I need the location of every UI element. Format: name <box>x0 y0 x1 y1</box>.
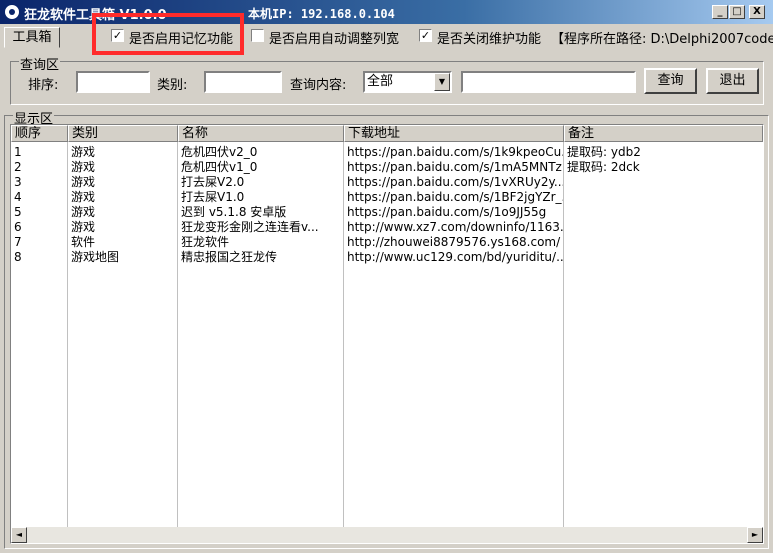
cell-remark <box>564 205 763 220</box>
table-row[interactable]: 5 游戏 迟到 v5.1.8 安卓版 https://pan.baidu.com… <box>11 205 763 220</box>
cell-url: https://pan.baidu.com/s/1o9JJ55g <box>347 205 547 219</box>
cell-category: 游戏地图 <box>71 250 120 264</box>
checkbox-box[interactable]: ✓ <box>419 29 432 42</box>
cell-category: 游戏 <box>71 190 96 204</box>
cell-order: 5 <box>14 205 22 219</box>
table-row[interactable]: 7 软件 狂龙软件 http://zhouwei8879576.ys168.co… <box>11 235 763 250</box>
cell-url: https://pan.baidu.com/s/1mA5MNTz... <box>347 160 563 174</box>
sort-label: 排序: <box>28 78 59 93</box>
cell-category: 游戏 <box>71 160 96 174</box>
title-bar: 狂龙软件工具箱 V1.0.0 本机IP: 192.168.0.104 _ □ X <box>0 0 773 24</box>
cell-url: http://www.uc129.com/bd/yuriditu/... <box>347 250 563 264</box>
scroll-right-icon[interactable]: ► <box>747 527 763 543</box>
cell-order: 4 <box>14 190 22 204</box>
cell-order: 3 <box>14 175 22 189</box>
checkbox-box[interactable]: ✓ <box>111 29 124 42</box>
tab-toolbox[interactable]: 工具箱 <box>4 27 60 48</box>
exit-button[interactable]: 退出 <box>706 68 759 94</box>
cell-name: 危机四伏v1_0 <box>181 160 258 174</box>
cell-name: 迟到 v5.1.8 安卓版 <box>181 205 287 219</box>
cell-url: https://pan.baidu.com/s/1vXRUy2y... <box>347 175 563 189</box>
cell-order: 1 <box>14 145 22 159</box>
checkbox-label: 是否关闭维护功能 <box>437 32 542 47</box>
cell-url: https://pan.baidu.com/s/1BF2jgYZr_... <box>347 190 563 204</box>
minimize-button[interactable]: _ <box>712 5 728 19</box>
category-input[interactable] <box>204 71 282 93</box>
cell-order: 7 <box>14 235 22 249</box>
chevron-down-icon[interactable]: ▼ <box>434 73 450 91</box>
cell-category: 软件 <box>71 235 96 249</box>
table-row[interactable]: 1 游戏 危机四伏v2_0 https://pan.baidu.com/s/1k… <box>11 145 763 160</box>
table-row[interactable]: 6 游戏 狂龙变形金刚之连连看v... http://www.xz7.com/d… <box>11 220 763 235</box>
cell-remark <box>564 220 763 235</box>
program-path-text: 【程序所在路径: D:\Delphi2007code\狂 <box>551 32 773 47</box>
cell-url: http://www.xz7.com/downinfo/1163... <box>347 220 563 234</box>
table-row[interactable]: 8 游戏地图 精忠报国之狂龙传 http://www.uc129.com/bd/… <box>11 250 763 265</box>
cell-order: 6 <box>14 220 22 234</box>
column-header-name[interactable]: 名称 <box>178 125 344 142</box>
cell-category: 游戏 <box>71 220 96 234</box>
table-row[interactable]: 2 游戏 危机四伏v1_0 https://pan.baidu.com/s/1m… <box>11 160 763 175</box>
cell-name: 打去屎V1.0 <box>181 190 245 204</box>
column-header-category[interactable]: 类别 <box>68 125 178 142</box>
cell-remark: 提取码: 2dck <box>567 160 640 174</box>
checkbox-box[interactable] <box>251 29 264 42</box>
cell-remark <box>564 250 763 265</box>
horizontal-scrollbar[interactable]: ◄ ► <box>11 527 763 543</box>
ip-address-text: 本机IP: 192.168.0.104 <box>248 7 395 21</box>
cell-name: 狂龙变形金刚之连连看v... <box>181 220 319 234</box>
scroll-left-icon[interactable]: ◄ <box>11 527 27 543</box>
cell-name: 精忠报国之狂龙传 <box>181 250 278 264</box>
column-header-order[interactable]: 顺序 <box>11 125 68 142</box>
cell-category: 游戏 <box>71 205 96 219</box>
query-text-input[interactable] <box>461 71 636 93</box>
sort-input[interactable] <box>76 71 150 93</box>
category-label: 类别: <box>157 78 188 93</box>
close-button[interactable]: X <box>749 5 765 19</box>
cell-order: 8 <box>14 250 22 264</box>
query-content-select[interactable]: 全部 ▼ <box>363 71 452 93</box>
query-content-select-value: 全部 <box>367 74 394 89</box>
cell-category: 游戏 <box>71 175 96 189</box>
table-row[interactable]: 3 游戏 打去屎V2.0 https://pan.baidu.com/s/1vX… <box>11 175 763 190</box>
search-button[interactable]: 查询 <box>644 68 697 94</box>
table-row[interactable]: 4 游戏 打去屎V1.0 https://pan.baidu.com/s/1BF… <box>11 190 763 205</box>
checkbox-label: 是否启用自动调整列宽 <box>269 32 400 47</box>
cell-remark: 提取码: ydb2 <box>567 145 641 159</box>
query-group-title: 查询区 <box>19 54 61 73</box>
app-icon <box>4 4 20 20</box>
query-content-label: 查询内容: <box>290 78 347 93</box>
cell-name: 狂龙软件 <box>181 235 230 249</box>
window-title: 狂龙软件工具箱 V1.0.0 <box>24 8 167 23</box>
cell-order: 2 <box>14 160 22 174</box>
maximize-button[interactable]: □ <box>729 5 745 19</box>
cell-url: https://pan.baidu.com/s/1k9kpeoCu... <box>347 145 563 159</box>
column-header-remark[interactable]: 备注 <box>564 125 763 142</box>
cell-remark <box>564 175 763 190</box>
cell-remark <box>564 235 763 250</box>
grid-header: 顺序 类别 名称 下载地址 备注 <box>11 125 763 142</box>
cell-name: 危机四伏v2_0 <box>181 145 258 159</box>
cell-category: 游戏 <box>71 145 96 159</box>
column-header-download-url[interactable]: 下载地址 <box>344 125 564 142</box>
checkbox-label: 是否启用记忆功能 <box>129 32 234 47</box>
cell-name: 打去屎V2.0 <box>181 175 245 189</box>
cell-remark <box>564 190 763 205</box>
cell-url: http://zhouwei8879576.ys168.com/ <box>347 235 561 249</box>
results-grid[interactable]: 顺序 类别 名称 下载地址 备注 1 游戏 危机四伏v2_0 https://p… <box>10 124 764 544</box>
